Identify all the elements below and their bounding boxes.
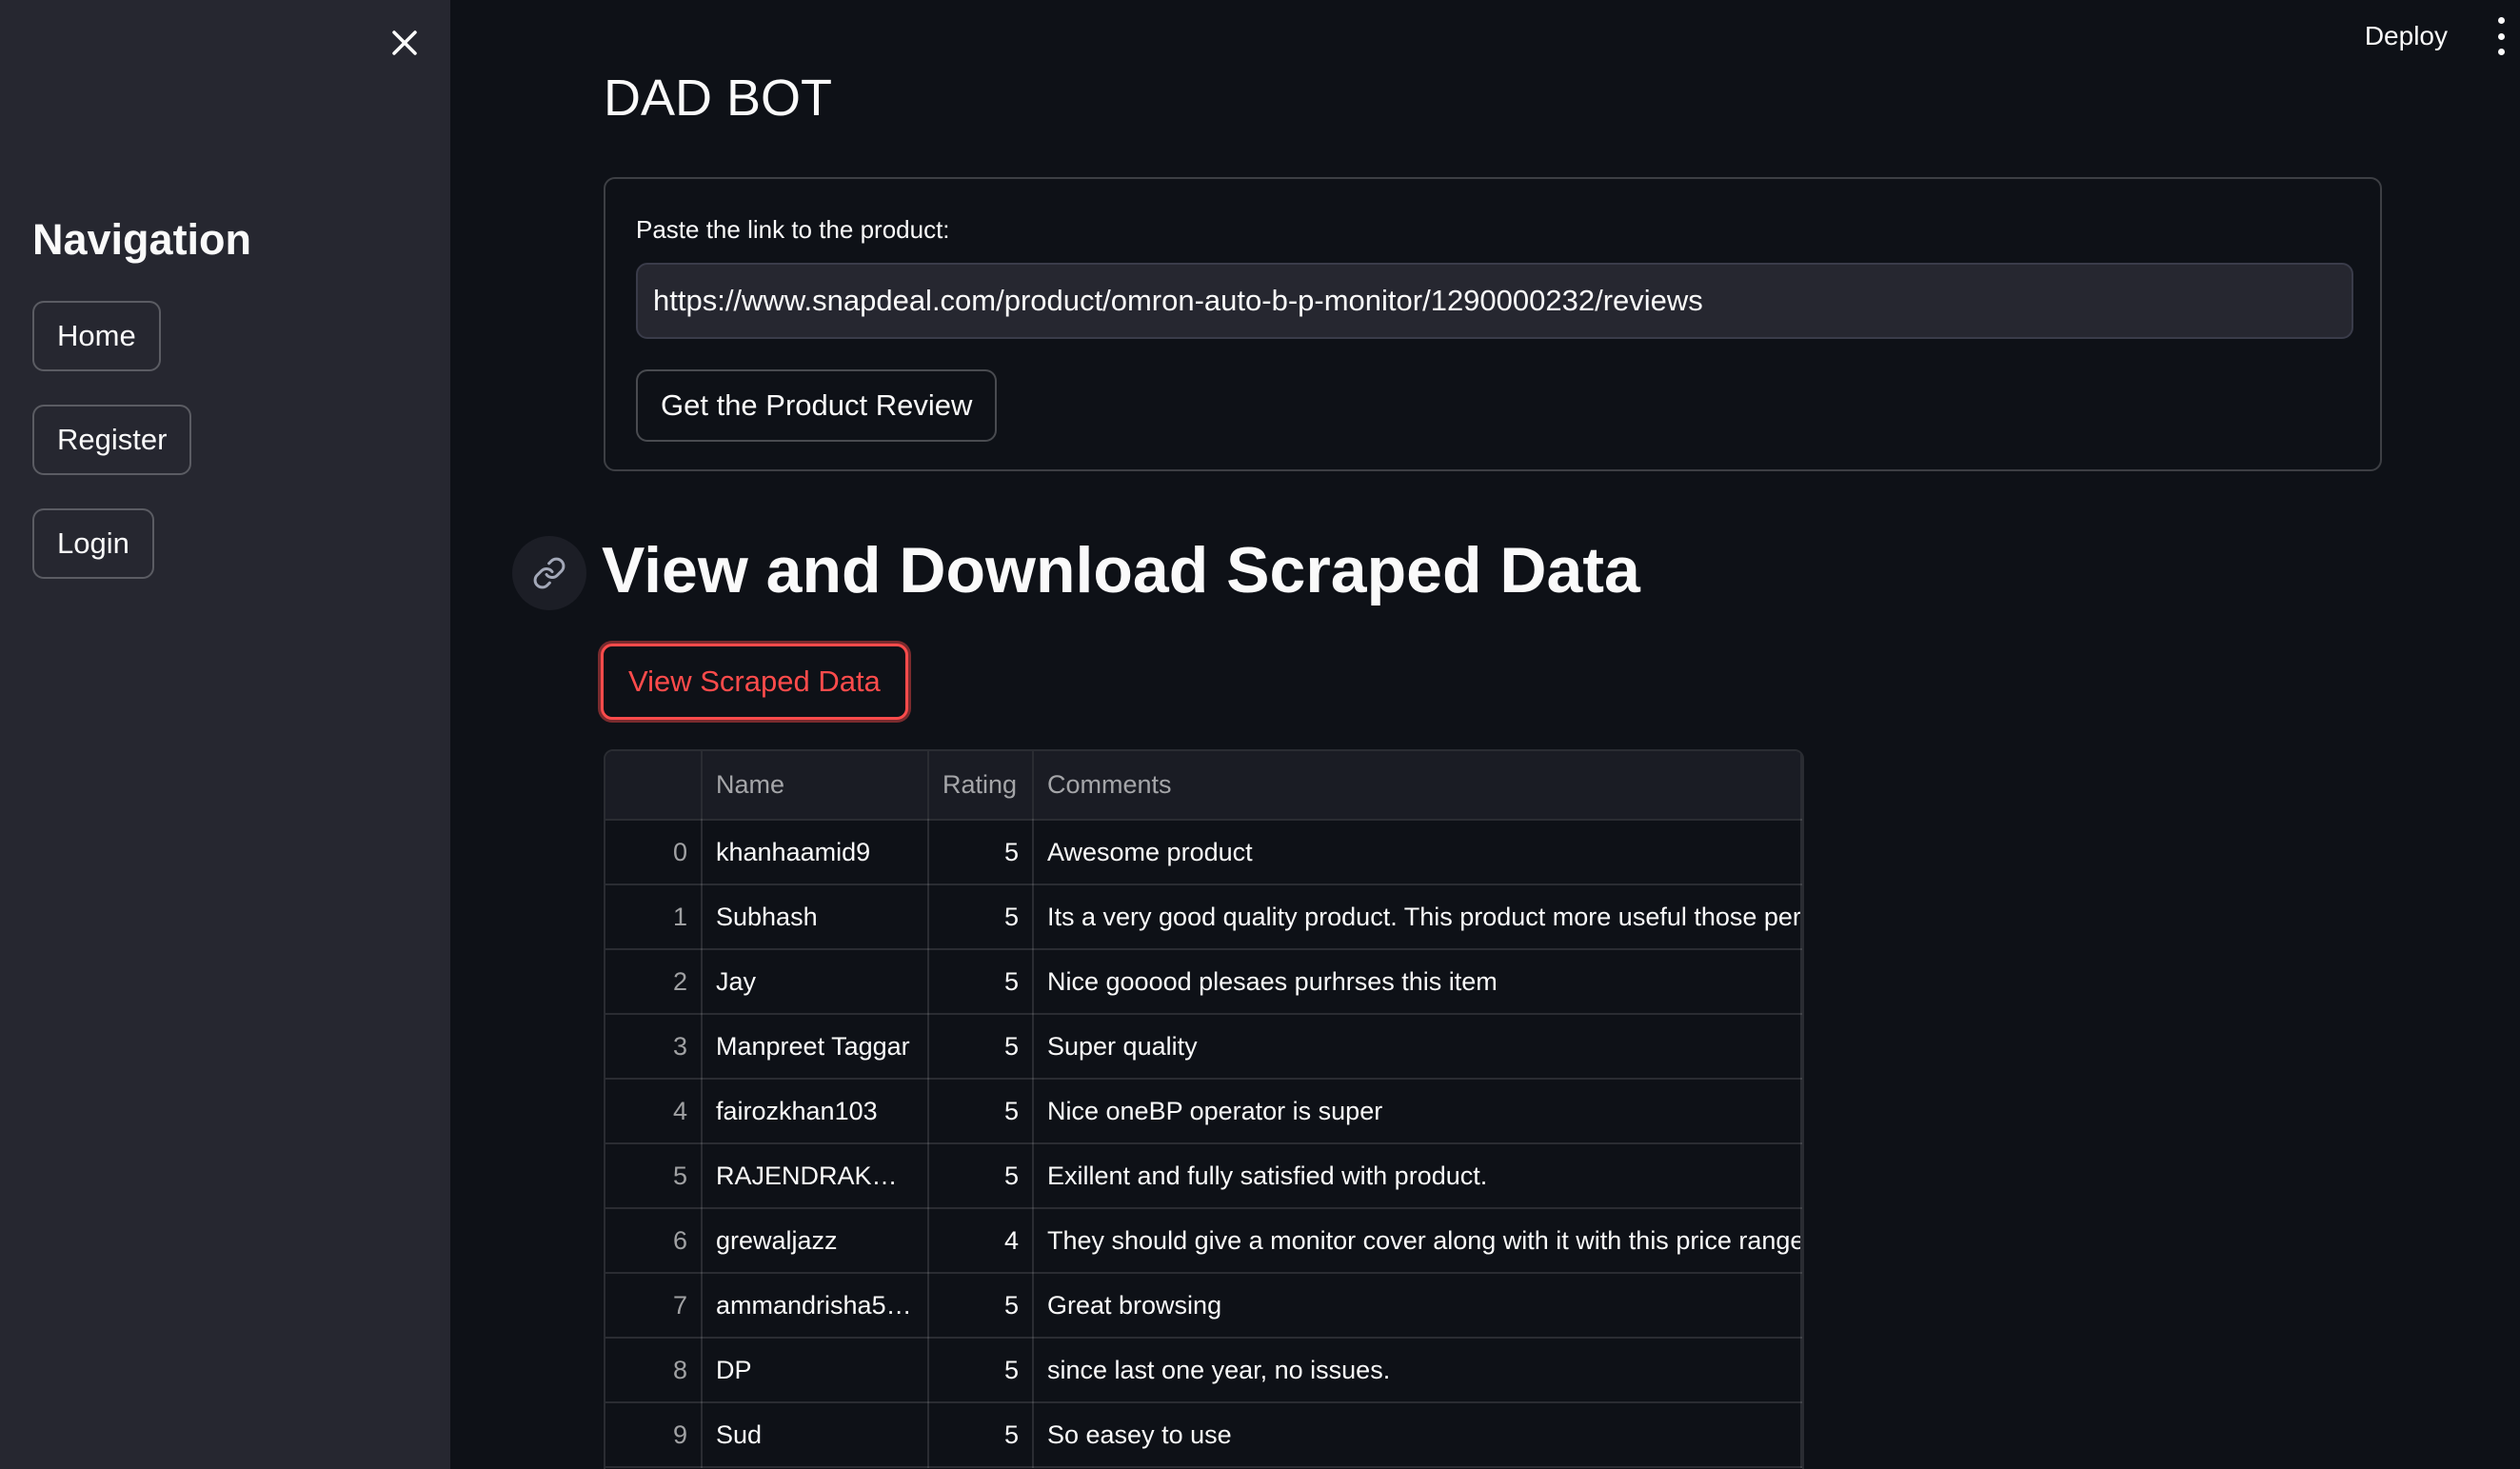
table-row: 2 Jay 5 Nice gooood plesaes purhrses thi… [605,949,1802,1015]
cell-rating[interactable]: 5 [928,1338,1034,1403]
table-row: 8 DP 5 since last one year, no issues. [605,1338,1802,1403]
menu-dots-icon [2497,32,2505,40]
cell-rating[interactable]: 4 [928,1208,1034,1274]
cell-comment[interactable]: since last one year, no issues. [1033,1338,1802,1403]
link-icon [533,557,566,589]
main-menu-button[interactable] [2490,17,2512,55]
cell-rating[interactable]: 5 [928,1273,1034,1339]
table-row: 1 Subhash 5 Its a very good quality prod… [605,884,1802,950]
row-index: 1 [605,884,703,950]
section-title: View and Download Scraped Data [602,534,1640,606]
cell-name[interactable]: ammandrisha573 [702,1273,929,1339]
view-scraped-data-button[interactable]: View Scraped Data [601,644,908,720]
cell-name[interactable]: Jay [702,949,929,1015]
row-index: 9 [605,1402,703,1468]
cell-rating[interactable]: 5 [928,1079,1034,1144]
sidebar: Navigation Home Register Login [0,0,450,1469]
table-row: 0 khanhaamid9 5 Awesome product [605,820,1802,885]
cell-rating[interactable]: 5 [928,1143,1034,1209]
cell-rating[interactable]: 5 [928,820,1034,885]
menu-dots-icon [2497,49,2505,55]
row-index: 4 [605,1079,703,1144]
row-index: 6 [605,1208,703,1274]
menu-dots-icon [2497,17,2505,24]
cell-rating[interactable]: 5 [928,884,1034,950]
get-product-review-button[interactable]: Get the Product Review [636,369,998,442]
app-window: Navigation Home Register Login Deploy DA… [0,0,2520,1469]
sidebar-item-login[interactable]: Login [32,508,154,579]
cell-comment[interactable]: Nice oneBP operator is super [1033,1079,1802,1144]
cell-name[interactable]: Subhash [702,884,929,950]
table-row: 5 RAJENDRAKUMAR... 5 Exillent and fully … [605,1143,1802,1209]
cell-comment[interactable]: Awesome product [1033,820,1802,885]
cell-name[interactable]: RAJENDRAKUMAR... [702,1143,929,1209]
row-index: 3 [605,1014,703,1080]
cell-name[interactable]: fairozkhan103 [702,1079,929,1144]
close-sidebar-button[interactable] [381,19,428,67]
sidebar-item-home[interactable]: Home [32,301,161,371]
heading-anchor-link[interactable] [512,536,586,610]
sidebar-title: Navigation [32,215,252,264]
dataframe: Name Rating Comments 0 khanhaamid9 5 Awe… [605,751,1802,1468]
cell-comment[interactable]: Exillent and fully satisfied with produc… [1033,1143,1802,1209]
cell-rating[interactable]: 5 [928,1402,1034,1468]
table-row: 3 Manpreet Taggar 5 Super quality [605,1014,1802,1080]
table-row: 6 grewaljazz 4 They should give a monito… [605,1208,1802,1274]
cell-comment[interactable]: Great browsing [1033,1273,1802,1339]
row-index: 0 [605,820,703,885]
column-header-comments[interactable]: Comments [1033,751,1802,821]
table-header-row: Name Rating Comments [605,751,1802,821]
product-link-form: Paste the link to the product: Get the P… [604,177,2382,471]
cell-rating[interactable]: 5 [928,949,1034,1015]
cell-comment[interactable]: So easey to use [1033,1402,1802,1468]
table-row: 7 ammandrisha573 5 Great browsing [605,1273,1802,1339]
sidebar-item-register[interactable]: Register [32,405,192,475]
cell-name[interactable]: grewaljazz [702,1208,929,1274]
close-icon [392,30,417,55]
row-index: 2 [605,949,703,1015]
cell-name[interactable]: Sud [702,1402,929,1468]
table-row: 9 Sud 5 So easey to use [605,1402,1802,1468]
row-index: 7 [605,1273,703,1339]
column-header-rating[interactable]: Rating [928,751,1034,821]
table-row: 4 fairozkhan103 5 Nice oneBP operator is… [605,1079,1802,1144]
url-input-label: Paste the link to the product: [636,215,950,244]
row-index: 8 [605,1338,703,1403]
product-url-input[interactable] [636,263,2353,339]
page-title: DAD BOT [604,69,833,127]
cell-name[interactable]: khanhaamid9 [702,820,929,885]
column-header-name[interactable]: Name [702,751,929,821]
cell-comment[interactable]: They should give a monitor cover along w… [1033,1208,1802,1274]
scraped-data-table[interactable]: Name Rating Comments 0 khanhaamid9 5 Awe… [604,749,1804,1469]
cell-comment[interactable]: Its a very good quality product. This pr… [1033,884,1802,950]
cell-name[interactable]: Manpreet Taggar [702,1014,929,1080]
cell-comment[interactable]: Nice gooood plesaes purhrses this item [1033,949,1802,1015]
column-header-index[interactable] [605,751,703,821]
cell-comment[interactable]: Super quality [1033,1014,1802,1080]
row-index: 5 [605,1143,703,1209]
deploy-button[interactable]: Deploy [2359,17,2453,55]
cell-rating[interactable]: 5 [928,1014,1034,1080]
cell-name[interactable]: DP [702,1338,929,1403]
